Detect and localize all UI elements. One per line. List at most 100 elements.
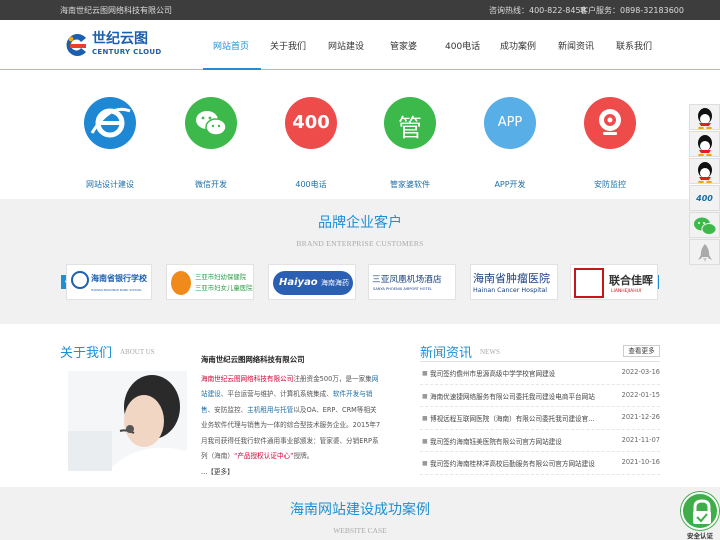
qq-icon [697,108,712,130]
qq-icon [697,162,712,184]
news-item-title[interactable]: 我司签约儋州市思源高级中学学校官网建设 [430,368,612,378]
service-website-design[interactable]: 网站设计建设 [75,97,145,190]
about-text: 海南世纪云图网络科技有限公司 海南世纪云图网络科技有限公司注册资金500万，是一… [201,352,382,480]
about-company: 海南世纪云图网络科技有限公司 [201,355,305,364]
hospital-emblem-icon [171,271,191,295]
topbar-hotline: 咨询热线：400-822-8458 [489,6,586,15]
cases-section: 海南网站建设成功案例 WEBSITE CASE [0,487,720,540]
400-phone-icon: 400 [696,194,713,203]
qq-button[interactable] [689,131,720,157]
floating-sidebar: 400 [689,104,720,266]
news-item[interactable]: ■ 我司签约海南桂林洋高校后勤服务有限公司官方网站建设 2021-10-16 [420,452,660,475]
news-item-date: 2021-11-07 [621,435,660,444]
service-label: APP开发 [494,180,526,189]
bank-school-emblem-icon [71,271,89,289]
brand-logo[interactable]: 海南省银行学校 HAINAN PROVINCE BANK SCHOOL [66,264,152,300]
rocket-icon [697,244,712,262]
brand-logo[interactable]: 三亚市妇幼保健院 三亚市妇女儿童医院 [166,264,254,300]
nav-home[interactable]: 网站首页 [213,39,249,52]
top-bar: 海南世纪云图网络科技有限公司 咨询热线：400-822-8458 客户服务：08… [0,0,720,20]
bullet-icon: ■ [422,370,428,377]
service-label: 管家婆软件 [390,180,430,189]
nav-400-phone[interactable]: 400电话 [445,39,480,52]
news-title-en: NEWS [480,348,500,356]
guanjiapo-icon-glyph: 管 [398,114,422,142]
lock-icon [681,492,719,530]
camera-icon [584,97,636,149]
news-item-date: 2021-10-16 [621,458,660,466]
wechat-icon [185,97,237,149]
nav-about[interactable]: 关于我们 [270,39,306,52]
brands-title: 品牌企业客户 [318,215,402,231]
bullet-icon: ■ [422,415,428,422]
news-item-date: 2021-12-26 [621,413,660,421]
news-item[interactable]: ■ 博视远程互联网医院（海南）有限公司委托我司建设官... 2021-12-26 [420,407,660,430]
brands-subtitle: BRAND ENTERPRISE CUSTOMERS [296,239,424,248]
app-icon-glyph: APP [497,115,523,130]
news-more-button[interactable]: 查看更多 [623,345,660,357]
bullet-icon: ■ [422,392,428,400]
service-400-phone[interactable]: 400 400电话 [276,97,346,190]
about-heading: 关于我们 ABOUT US [60,342,155,361]
about-photo [68,371,187,471]
app-icon: APP [484,97,536,149]
qq-button[interactable] [689,158,720,184]
service-app[interactable]: APP APP开发 [475,97,545,190]
news-list: ■ 我司签约儋州市思源高级中学学校官网建设 2022-03-16 ■ 海南优速捷… [420,362,660,475]
nav-active-indicator [203,68,261,70]
service-security[interactable]: 安防监控 [575,97,645,190]
topbar-service: 客户服务：0898-32183600 [580,6,684,15]
brand-logo[interactable]: 三亚凤凰机场酒店 SANYA PHOENIX AIRPORT HOTEL [368,264,456,300]
400-phone-button[interactable]: 400 [689,185,720,211]
about-title-en: ABOUT US [120,348,155,356]
security-seal[interactable]: 安全认证 [677,490,720,540]
nav-news[interactable]: 新闻资讯 [558,39,594,52]
service-guanjiapo[interactable]: 管 管家婆软件 [375,97,445,190]
brand-logo[interactable]: Haiyao 海南海药 [268,264,356,300]
about-more-link[interactable]: ...【更多】 [201,468,234,476]
services-section: 网站设计建设 微信开发 400 400电话 管 管家婆软件 APP APP开发 [0,71,720,199]
news-item[interactable]: ■ 我司签约海南钰美医院有限公司官方网站建设 2021-11-07 [420,430,660,452]
news-item-title[interactable]: 海南优速捷网络服务有限公司委托我司建设电商平台网站 [430,391,612,401]
bullet-icon: ■ [422,437,428,445]
bullet-icon: ■ [422,460,428,467]
service-label: 安防监控 [594,180,626,189]
wechat-button[interactable] [689,212,720,238]
qq-button[interactable] [689,104,720,130]
brand-customers-section: 品牌企业客户 BRAND ENTERPRISE CUSTOMERS [0,199,720,324]
back-to-top-button[interactable] [689,239,720,265]
service-label: 网站设计建设 [86,180,134,189]
brand-logo[interactable]: 海南省肿瘤医院 Hainan Cancer Hospital [470,264,558,300]
news-item-date: 2022-03-16 [621,368,660,376]
wechat-icon [693,217,716,235]
service-label: 微信开发 [195,180,227,189]
news-title: 新闻资讯 [420,346,473,361]
about-paragraph: 海南世纪云图网络科技有限公司注册资金500万，是一家集网站建设、平台运营与维护、… [201,374,381,476]
ie-browser-icon [84,97,136,149]
about-title: 关于我们 [60,346,113,361]
news-item-date: 2022-01-15 [621,390,660,399]
qq-icon [697,135,712,157]
lianhe-emblem-icon [574,268,604,298]
main-nav: 网站首页 关于我们 网站建设 管家婆 400电话 成功案例 新闻资讯 联系我们 [0,20,720,70]
nav-website-build[interactable]: 网站建设 [328,39,364,52]
cases-subtitle: WEBSITE CASE [333,526,387,535]
brand-logo[interactable]: 联合佳晖 LIANHEJIAHUI [570,264,658,300]
security-seal-label: 安全认证 [687,532,713,540]
400-icon: 400 [285,97,337,149]
news-item[interactable]: ■ 我司签约儋州市思源高级中学学校官网建设 2022-03-16 [420,362,660,385]
news-heading: 新闻资讯 NEWS [420,342,500,361]
guanjiapo-icon: 管 [384,97,436,149]
news-item[interactable]: ■ 海南优速捷网络服务有限公司委托我司建设电商平台网站 2022-01-15 [420,385,660,407]
news-item-title[interactable]: 我司签约海南桂林洋高校后勤服务有限公司官方网站建设 [430,458,612,468]
news-item-title[interactable]: 我司签约海南钰美医院有限公司官方网站建设 [430,436,612,446]
service-wechat[interactable]: 微信开发 [176,97,246,190]
topbar-company: 海南世纪云图网络科技有限公司 [60,6,172,15]
400-icon-glyph: 400 [292,112,330,133]
nav-guanjiapo[interactable]: 管家婆 [390,39,417,52]
news-item-title[interactable]: 博视远程互联网医院（海南）有限公司委托我司建设官... [430,413,612,423]
cases-title: 海南网站建设成功案例 [290,502,430,518]
service-label: 400电话 [295,180,327,189]
nav-cases[interactable]: 成功案例 [500,39,536,52]
nav-contact[interactable]: 联系我们 [616,39,652,52]
